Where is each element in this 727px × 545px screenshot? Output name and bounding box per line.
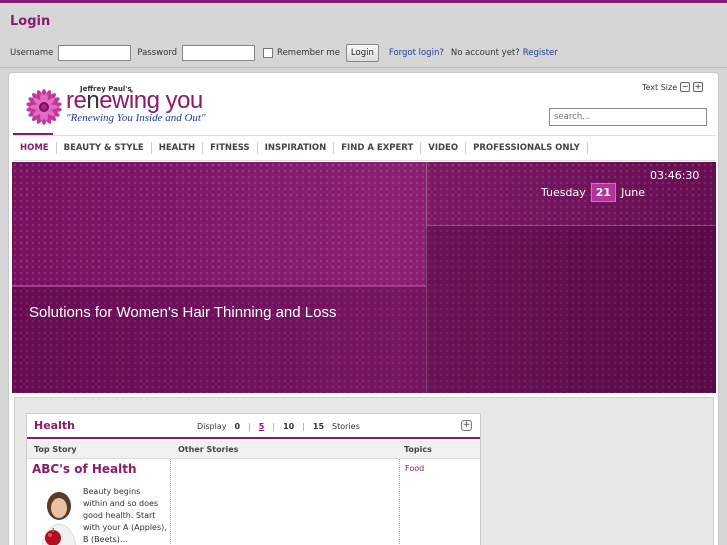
woman-with-apple-image[interactable]: [33, 486, 81, 545]
brand-tagline: "Renewing You Inside and Out": [66, 112, 206, 124]
main-nav: HOME BEAUTY & STYLE HEALTH FITNESS INSPI…: [13, 135, 716, 161]
nav-item-find-expert[interactable]: FIND A EXPERT: [334, 142, 422, 154]
password-label: Password: [137, 48, 178, 58]
hero-caption-band: [12, 285, 426, 393]
nav-item-video[interactable]: VIDEO: [421, 142, 467, 154]
expand-icon[interactable]: +: [461, 420, 472, 431]
display-count-selector: Display 0 | 5 | 10 | 15 Stories: [197, 422, 368, 431]
col-other-stories: Other Stories: [178, 445, 239, 454]
column-headers: Top Story Other Stories Topics: [27, 441, 480, 459]
nav-item-beauty-style[interactable]: BEAUTY & STYLE: [57, 142, 152, 154]
brand-name-part: ewing you: [99, 87, 203, 114]
text-size-decrease-button[interactable]: −: [680, 82, 691, 92]
separator: |: [248, 422, 251, 431]
register-link[interactable]: Register: [523, 48, 558, 58]
hero-side-lower: [426, 225, 716, 393]
column-divider: [399, 459, 400, 545]
clock: 03:46:30: [650, 169, 700, 182]
nav-item-inspiration[interactable]: INSPIRATION: [258, 142, 335, 154]
top-story-title[interactable]: ABC's of Health: [32, 462, 137, 476]
username-input[interactable]: [58, 45, 132, 61]
login-title: Login: [10, 14, 51, 29]
weekday: Tuesday: [541, 185, 586, 199]
separator: |: [272, 422, 276, 431]
no-account-text: No account yet?: [450, 48, 520, 58]
password-input[interactable]: [182, 45, 256, 61]
display-option-15[interactable]: 15: [313, 422, 324, 431]
top-accent-line: [0, 0, 727, 3]
forgot-login-link[interactable]: Forgot login?: [389, 48, 444, 58]
display-option-0[interactable]: 0: [235, 422, 241, 431]
divider: [0, 67, 727, 68]
col-top-story: Top Story: [34, 445, 77, 454]
date-display: Tuesday 21 June: [541, 182, 645, 202]
health-box-header: Health Display 0 | 5 | 10 | 15 Stories +: [27, 414, 480, 439]
text-size-label: Text Size: [642, 82, 678, 92]
col-topics: Topics: [404, 445, 432, 454]
nav-item-fitness[interactable]: FITNESS: [203, 142, 258, 154]
daisy-flower-icon: [26, 89, 62, 125]
text-size-increase-button[interactable]: +: [693, 82, 704, 92]
hero-headline[interactable]: Solutions for Women's Hair Thinning and …: [29, 304, 336, 321]
display-label: Display: [197, 422, 227, 431]
separator: |: [302, 422, 305, 431]
remember-me-label: Remember me: [277, 48, 340, 58]
remember-me-checkbox[interactable]: [263, 48, 274, 58]
display-option-5[interactable]: 5: [259, 422, 265, 431]
brand-name-part: n: [86, 87, 100, 114]
username-label: Username: [10, 48, 54, 58]
search-input[interactable]: [549, 108, 707, 126]
display-option-10[interactable]: 10: [283, 422, 294, 431]
brand-name-part: re: [66, 87, 87, 114]
login-button[interactable]: Login: [345, 44, 379, 62]
text-size-control: Text Size − +: [642, 82, 704, 92]
stories-label: Stories: [332, 422, 360, 431]
nav-item-health[interactable]: HEALTH: [152, 142, 204, 154]
top-story-text: Beauty begins within and so does good he…: [83, 487, 167, 544]
health-box-title[interactable]: Health: [34, 419, 75, 432]
brand-name: renewing you: [66, 87, 203, 115]
nav-item-home[interactable]: HOME: [13, 142, 57, 154]
month: June: [621, 185, 646, 199]
login-form: Username Password Remember me Login Forg…: [10, 44, 558, 62]
topic-link-food[interactable]: Food: [405, 464, 424, 473]
health-box: Health Display 0 | 5 | 10 | 15 Stories +…: [26, 413, 481, 545]
column-divider: [170, 459, 171, 545]
nav-item-professionals-only[interactable]: PROFESSIONALS ONLY: [466, 142, 588, 154]
day-badge: 21: [590, 182, 617, 202]
